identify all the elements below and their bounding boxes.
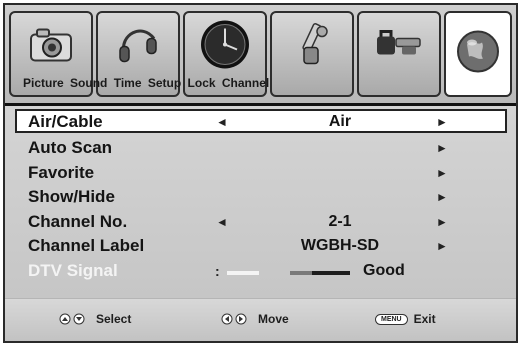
menu-item-channel-no[interactable]: Channel No. ◄ 2-1 ► <box>5 211 516 235</box>
globe-icon <box>455 29 501 80</box>
tab-label-picture: Picture <box>23 76 64 90</box>
menu-item-dtv-signal: DTV Signal : Good <box>5 260 516 284</box>
air-cable-value: Air <box>328 113 352 130</box>
signal-bar-low <box>227 271 259 275</box>
show-hide-label: Show/Hide <box>28 187 115 206</box>
tab-label-sound: Sound <box>70 76 108 90</box>
right-arrow-icon[interactable]: ► <box>436 141 448 155</box>
dtv-signal-label: DTV Signal <box>28 261 118 280</box>
tab-label-time: Time <box>113 76 142 90</box>
air-cable-label: Air/Cable <box>28 112 103 131</box>
right-arrow-icon[interactable]: ► <box>436 190 448 204</box>
dtv-signal-quality: Good <box>363 262 405 279</box>
menu-item-auto-scan[interactable]: Auto Scan ► <box>5 137 516 161</box>
tab-bar: Picture Sound Time Setup Lock Channel <box>5 5 516 103</box>
channel-no-value: 2-1 <box>328 213 352 230</box>
exit-hint: MENU Exit <box>375 312 436 326</box>
signal-bar-high <box>312 271 350 275</box>
tab-lock[interactable] <box>357 11 441 97</box>
auto-scan-label: Auto Scan <box>28 138 113 157</box>
tab-setup[interactable] <box>270 11 354 97</box>
osd-frame: Picture Sound Time Setup Lock Channel Ai… <box>3 3 518 343</box>
tab-channel[interactable] <box>444 11 512 97</box>
right-arrow-icon[interactable]: ► <box>436 239 448 253</box>
dtv-signal-separator: : <box>215 263 220 279</box>
channel-label-label: Channel Label <box>28 236 145 255</box>
right-arrow-icon[interactable]: ► <box>436 166 448 180</box>
tab-label-channel: Channel <box>221 76 270 90</box>
favorite-label: Favorite <box>28 163 95 182</box>
left-arrow-icon[interactable]: ◄ <box>216 115 228 129</box>
footer-hints: Select Move MENU Exit <box>5 298 516 341</box>
menu-item-favorite[interactable]: Favorite ► <box>5 162 516 186</box>
camera-icon <box>28 26 74 69</box>
menu-item-air-cable[interactable]: Air/Cable ◄ Air ► <box>15 109 507 133</box>
tab-labels: Picture Sound Time Setup Lock Channel <box>23 76 272 90</box>
channel-no-label: Channel No. <box>28 212 128 231</box>
headphones-icon <box>116 25 160 70</box>
right-arrow-icon[interactable]: ► <box>436 215 448 229</box>
menu-item-show-hide[interactable]: Show/Hide ► <box>5 186 516 210</box>
lock-icon <box>374 27 424 68</box>
channel-label-value: WGBH-SD <box>300 237 380 254</box>
tools-icon <box>292 22 332 73</box>
signal-bar-mid <box>290 271 312 275</box>
right-arrow-icon[interactable]: ► <box>436 115 448 129</box>
select-hint: Select <box>58 312 131 326</box>
move-hint: Move <box>220 312 289 326</box>
select-label: Select <box>96 312 132 326</box>
menu-button-icon: MENU <box>375 313 408 325</box>
tab-label-setup: Setup <box>147 76 182 90</box>
up-down-buttons-icon <box>58 313 86 325</box>
clock-icon <box>199 19 251 76</box>
channel-menu: Air/Cable ◄ Air ► Auto Scan ► Favorite ►… <box>5 106 516 298</box>
left-right-buttons-icon <box>220 313 248 325</box>
left-arrow-icon[interactable]: ◄ <box>216 215 228 229</box>
menu-item-channel-label[interactable]: Channel Label WGBH-SD ► <box>5 235 516 259</box>
move-label: Move <box>258 312 289 326</box>
tab-label-lock: Lock <box>187 76 216 90</box>
exit-label: Exit <box>413 312 436 326</box>
